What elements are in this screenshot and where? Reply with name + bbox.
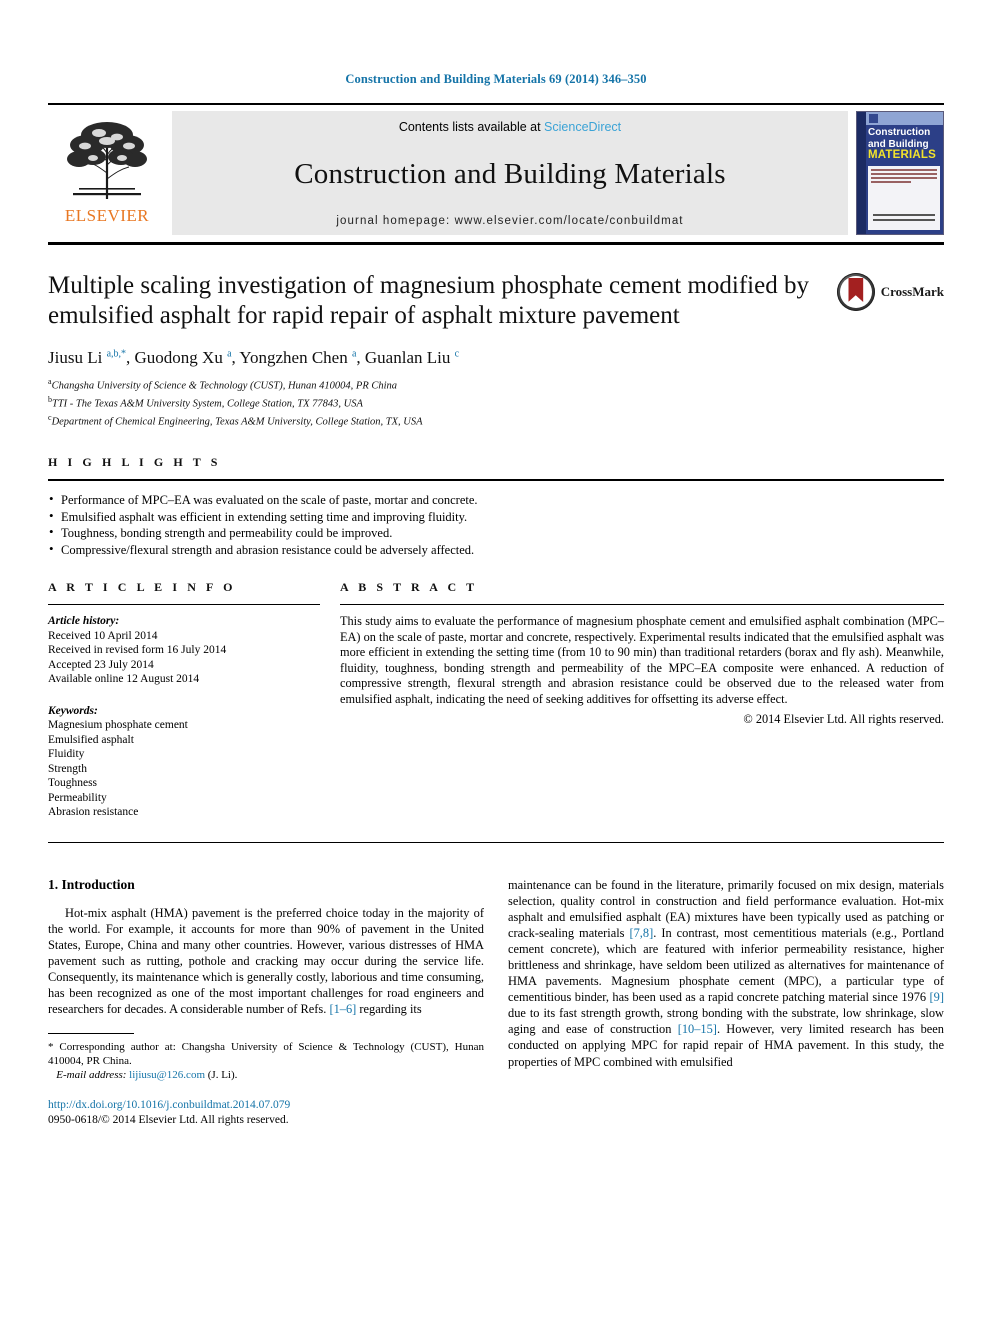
affiliation-text-b: TTI - The Texas A&M University System, C…	[52, 398, 363, 410]
cover-title-line3: MATERIALS	[868, 149, 937, 161]
highlights-rule	[48, 479, 944, 481]
citation-ref-1-6[interactable]: [1–6]	[329, 1002, 356, 1016]
author-list: Jiusu Li a,b,*, Guodong Xu a, Yongzhen C…	[48, 348, 944, 368]
page-title: Multiple scaling investigation of magnes…	[48, 272, 809, 329]
list-item: Compressive/flexural strength and abrasi…	[48, 541, 944, 559]
authors-text: Jiusu Li a,b,*, Guodong Xu a, Yongzhen C…	[48, 348, 460, 367]
title-column: Multiple scaling investigation of magnes…	[48, 271, 824, 331]
crossmark-column: CrossMark	[824, 271, 944, 331]
abstract-rule	[340, 604, 944, 605]
email-note: E-mail address: lijiusu@126.com (J. Li).	[48, 1068, 484, 1082]
article-history: Article history: Received 10 April 2014 …	[48, 614, 320, 687]
affiliation-b: bTTI - The Texas A&M University System, …	[48, 393, 944, 411]
cover-footer-lines	[873, 214, 935, 224]
sciencedirect-banner: Contents lists available at ScienceDirec…	[172, 111, 848, 235]
article-info-column: A R T I C L E I N F O Article history: R…	[48, 580, 340, 820]
citation-ref-9[interactable]: [9]	[930, 990, 944, 1004]
abstract-text: This study aims to evaluate the performa…	[340, 614, 944, 706]
elsevier-wordmark: ELSEVIER	[64, 206, 150, 225]
email-label: E-mail address:	[56, 1069, 127, 1082]
history-item: Received 10 April 2014	[48, 629, 158, 642]
issn-copyright-line: 0950-0618/© 2014 Elsevier Ltd. All right…	[48, 1114, 289, 1127]
elsevier-logo: ELSEVIER	[48, 111, 166, 235]
intro-text-part1: Hot-mix asphalt (HMA) pavement is the pr…	[48, 905, 484, 1017]
intro-paragraph-right: maintenance can be found in the literatu…	[508, 877, 944, 1070]
journal-cover-thumbnail: Construction and Building MATERIALS	[856, 111, 944, 235]
section-heading-introduction: 1. Introduction	[48, 876, 135, 892]
corresponding-author-note: * Corresponding author at: Changsha Univ…	[48, 1041, 484, 1068]
intro-text-part2: regarding its	[356, 1002, 422, 1017]
list-item: Toughness, bonding strength and permeabi…	[48, 524, 944, 542]
cover-title: Construction and Building MATERIALS	[868, 127, 940, 162]
affiliation-list: aChangsha University of Science & Techno…	[48, 375, 944, 429]
list-item: Performance of MPC–EA was evaluated on t…	[48, 491, 944, 509]
footnote-rule	[48, 1033, 134, 1035]
highlights-label: H I G H L I G H T S	[48, 455, 221, 469]
running-head: Construction and Building Materials 69 (…	[345, 72, 647, 86]
citation-ref-7-8[interactable]: [7,8]	[629, 926, 653, 940]
cover-title-line1: Construction	[868, 127, 931, 138]
keyword-item: Permeability	[48, 791, 107, 804]
affiliation-text-c: Department of Chemical Engineering, Texa…	[51, 416, 423, 428]
email-link[interactable]: lijiusu@126.com	[129, 1069, 205, 1081]
history-item: Accepted 23 July 2014	[48, 658, 154, 671]
keyword-item: Magnesium phosphate cement	[48, 719, 188, 731]
affiliation-a: aChangsha University of Science & Techno…	[48, 375, 944, 393]
journal-homepage-link[interactable]: journal homepage: www.elsevier.com/locat…	[336, 215, 683, 227]
body-column-left: 1. Introduction Hot-mix asphalt (HMA) pa…	[48, 877, 484, 1129]
crossmark-label: CrossMark	[880, 284, 944, 299]
abstract-column: A B S T R A C T This study aims to evalu…	[340, 580, 944, 820]
email-suffix: (J. Li).	[207, 1069, 238, 1082]
abstract-copyright: © 2014 Elsevier Ltd. All rights reserved…	[743, 711, 944, 726]
keyword-item: Toughness	[48, 777, 98, 789]
list-item: Emulsified asphalt was efficient in exte…	[48, 508, 944, 526]
crossmark-icon	[836, 273, 875, 311]
history-item: Available online 12 August 2014	[48, 673, 200, 685]
abstract-bottom-rule	[48, 841, 944, 843]
sciencedirect-link[interactable]: ScienceDirect	[544, 120, 621, 134]
intro-paragraph-left: Hot-mix asphalt (HMA) pavement is the pr…	[48, 905, 484, 1018]
affiliation-text-a: Changsha University of Science & Technol…	[51, 380, 398, 392]
crossmark-badge[interactable]: CrossMark	[836, 273, 944, 311]
keywords-block: Keywords: Magnesium phosphate cement Emu…	[48, 704, 320, 820]
doi-block: http://dx.doi.org/10.1016/j.conbuildmat.…	[48, 1098, 484, 1128]
article-info-rule	[48, 604, 320, 605]
info-abstract-section: A R T I C L E I N F O Article history: R…	[48, 580, 944, 820]
highlights-list: Performance of MPC–EA was evaluated on t…	[48, 491, 944, 559]
keyword-item: Emulsified asphalt	[48, 733, 134, 746]
affiliation-c: cDepartment of Chemical Engineering, Tex…	[48, 411, 944, 429]
masthead-bottom-rule	[48, 242, 944, 245]
keyword-item: Strength	[48, 762, 87, 775]
journal-title: Construction and Building Materials	[294, 158, 726, 190]
contents-prefix: Contents lists available at	[398, 120, 545, 134]
paper-page: Construction and Building Materials 69 (…	[0, 0, 992, 1323]
history-item: Received in revised form 16 July 2014	[48, 644, 227, 656]
footnote-block: * Corresponding author at: Changsha Univ…	[48, 1040, 484, 1082]
body-columns: 1. Introduction Hot-mix asphalt (HMA) pa…	[48, 877, 944, 1129]
cover-body-text-lines	[871, 169, 937, 185]
cover-square	[869, 114, 878, 123]
journal-masthead: ELSEVIER Contents lists available at Sci…	[48, 103, 944, 235]
abstract-label: A B S T R A C T	[340, 580, 478, 594]
cover-spine	[857, 112, 866, 234]
keyword-item: Abrasion resistance	[48, 806, 139, 818]
highlights-section: H I G H L I G H T S Performance of MPC–E…	[48, 455, 944, 558]
body-column-right: maintenance can be found in the literatu…	[508, 877, 944, 1129]
article-history-label: Article history:	[48, 615, 120, 627]
title-row: Multiple scaling investigation of magnes…	[48, 271, 944, 331]
elsevier-tree-icon	[67, 122, 147, 199]
doi-link[interactable]: http://dx.doi.org/10.1016/j.conbuildmat.…	[48, 1098, 484, 1113]
keyword-item: Fluidity	[48, 748, 85, 760]
article-info-label: A R T I C L E I N F O	[48, 580, 237, 594]
keywords-label: Keywords:	[48, 704, 98, 717]
citation-ref-10-15[interactable]: [10–15]	[678, 1022, 717, 1036]
contents-line: Contents lists available at ScienceDirec…	[399, 120, 621, 134]
